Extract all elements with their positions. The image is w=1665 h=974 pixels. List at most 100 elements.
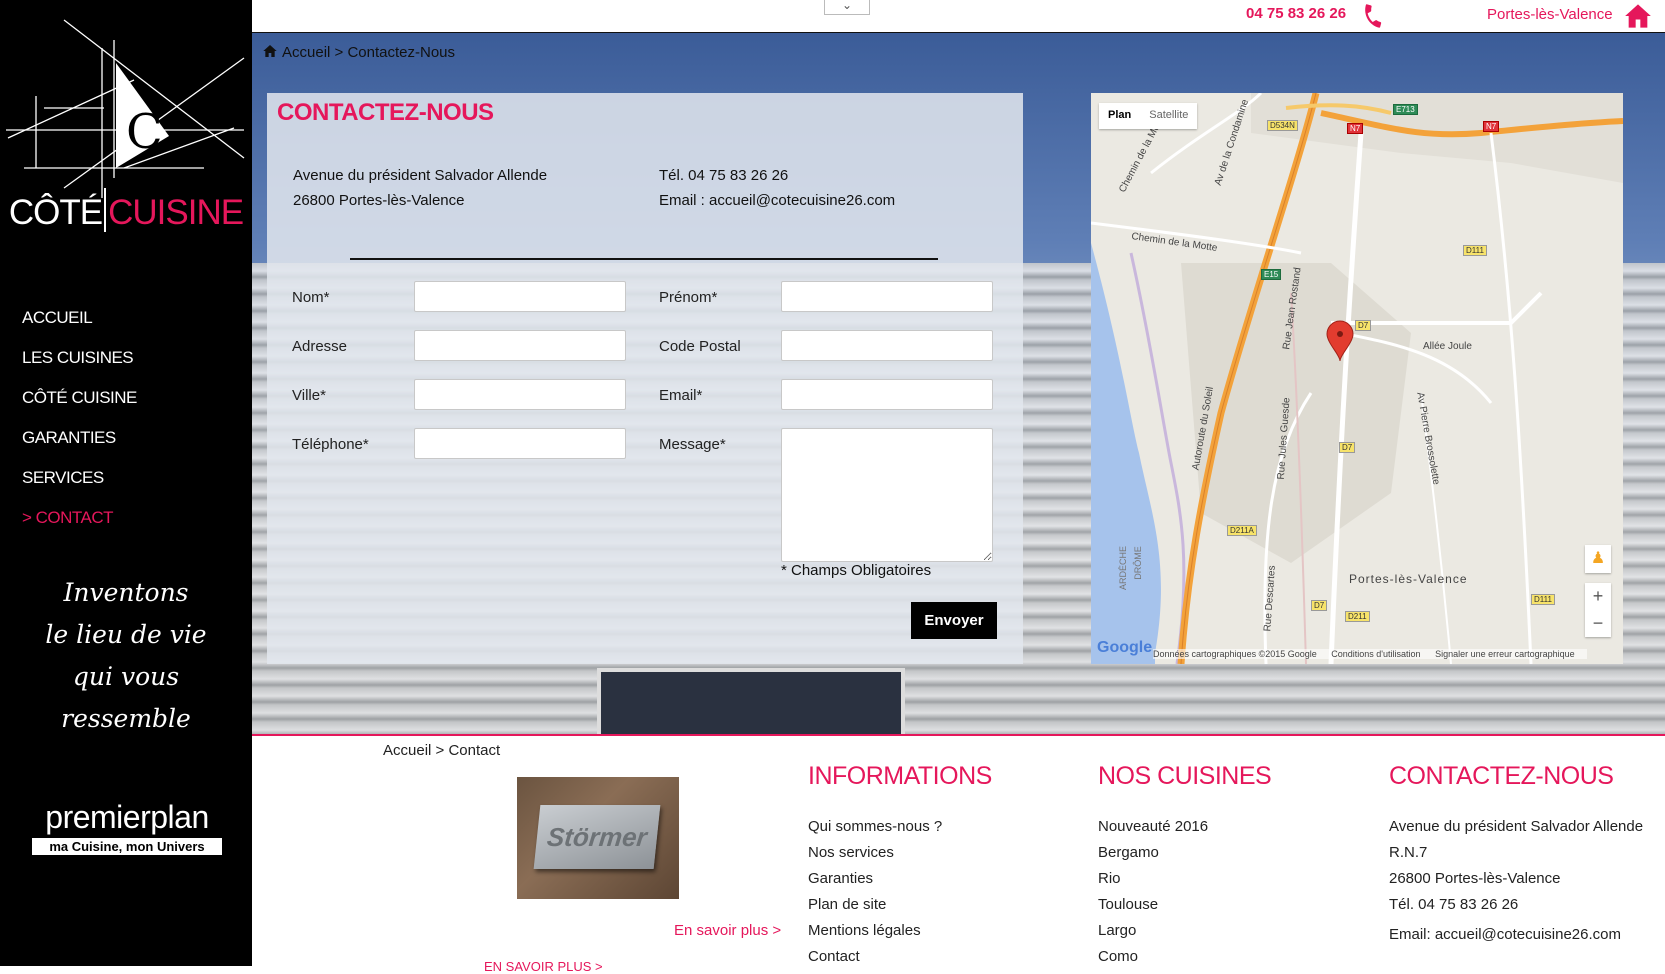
map-type-plan[interactable]: Plan (1099, 103, 1140, 129)
footer-link[interactable]: Qui sommes-nous ? (808, 818, 942, 835)
google-map[interactable]: Chemin de la Motte Av de la Condamine Ch… (1091, 93, 1623, 664)
premierplan-logo[interactable]: premierplan ma Cuisine, mon Univers (32, 798, 222, 855)
slogan-line: Inventons (63, 578, 189, 607)
home-icon[interactable] (262, 43, 278, 59)
footer-contact-line: Avenue du président Salvador Allende (1389, 818, 1644, 835)
road-tag: D111 (1463, 245, 1487, 256)
logo-letter: C (126, 104, 163, 160)
telephone-input[interactable] (414, 428, 626, 459)
stormer-image[interactable]: Störmer (517, 777, 679, 899)
prenom-input[interactable] (781, 281, 993, 312)
read-more-link[interactable]: En savoir plus > (674, 922, 781, 939)
footer-informations-title: INFORMATIONS (808, 762, 992, 790)
footer-breadcrumb[interactable]: Accueil > Contact (383, 742, 500, 759)
zoom-control: + − (1585, 583, 1611, 637)
road-tag: D7 (1311, 600, 1328, 611)
map-report-link[interactable]: Signaler une erreur cartographique (1435, 649, 1575, 659)
slogan-line: le lieu de vie (45, 620, 207, 649)
slogan: Inventons le lieu de vie qui vous ressem… (0, 572, 252, 740)
divider (350, 258, 938, 260)
breadcrumb-home[interactable]: Accueil (282, 44, 330, 61)
google-logo[interactable]: Google (1097, 639, 1152, 657)
footer-link[interactable]: Garanties (808, 870, 873, 887)
main-nav: ACCUEIL LES CUISINES CÔTÉ CUISINE GARANT… (22, 308, 137, 548)
partner-subtitle: ma Cuisine, mon Univers (32, 838, 222, 855)
logo-word-cote: CÔTÉ (8, 193, 103, 232)
footer-contact-line: R.N.7 (1389, 844, 1428, 861)
zoom-in-button[interactable]: + (1585, 583, 1611, 610)
map-label: DRÔME (1132, 546, 1143, 580)
message-textarea[interactable] (781, 428, 993, 562)
nav-item-garanties[interactable]: GARANTIES (22, 428, 137, 468)
street-view-pegman-icon[interactable]: ♟ (1585, 545, 1611, 573)
nom-input[interactable] (414, 281, 626, 312)
contact-email[interactable]: Email : accueil@cotecuisine26.com (659, 188, 895, 213)
footer-link[interactable]: Largo (1098, 922, 1136, 939)
breadcrumb-current: Contactez-Nous (347, 44, 456, 61)
zoom-out-button[interactable]: − (1585, 610, 1611, 637)
footer-link[interactable]: Nouveauté 2016 (1098, 818, 1208, 835)
header-phone[interactable]: 04 75 83 26 26 (1246, 5, 1346, 22)
logo-wordmark: CÔTÉ CUISINE (0, 188, 252, 233)
partner-title-bold: plan (150, 799, 209, 835)
footer: Accueil > Contact Störmer En savoir plus… (252, 736, 1665, 974)
slogan-line: qui vous (72, 662, 180, 691)
read-more-link-partial[interactable]: EN SAVOIR PLUS > (484, 959, 603, 974)
phone-icon[interactable] (1360, 3, 1386, 29)
contact-address: Avenue du président Salvador Allende 268… (293, 163, 547, 213)
map-terms-link[interactable]: Conditions d'utilisation (1331, 649, 1420, 659)
adresse-input[interactable] (414, 330, 626, 361)
page-title: CONTACTEZ-NOUS (277, 99, 494, 126)
road-tag: D211A (1227, 525, 1257, 536)
email-input[interactable] (781, 379, 993, 410)
header-city[interactable]: Portes-lès-Valence (1487, 6, 1613, 23)
contact-details: Tél. 04 75 83 26 26 Email : accueil@cote… (659, 163, 895, 213)
road-tag: D7 (1339, 442, 1356, 453)
footer-link[interactable]: Plan de site (808, 896, 886, 913)
message-label: Message* (659, 436, 726, 453)
telephone-label: Téléphone* (292, 436, 369, 453)
email-label: Email* (659, 387, 703, 404)
map-footer: Données cartographiques ©2015 Google Con… (1153, 649, 1587, 659)
nav-item-services[interactable]: SERVICES (22, 468, 137, 508)
road-tag: D534N (1267, 120, 1298, 131)
footer-contact-line: Tél. 04 75 83 26 26 (1389, 896, 1519, 913)
code-postal-label: Code Postal (659, 338, 741, 355)
footer-link[interactable]: Rio (1098, 870, 1121, 887)
footer-link[interactable]: Nos services (808, 844, 894, 861)
footer-link[interactable]: Como (1098, 948, 1138, 965)
map-label: Allée Joule (1423, 341, 1472, 352)
sidebar: C CÔTÉ CUISINE ACCUEIL LES CUISINES CÔTÉ … (0, 0, 252, 966)
footer-link[interactable]: Contact (808, 948, 860, 965)
nav-item-contact[interactable]: > CONTACT (22, 508, 137, 548)
road-tag: E713 (1393, 104, 1418, 115)
footer-link[interactable]: Toulouse (1098, 896, 1158, 913)
map-type-satellite[interactable]: Satellite (1140, 103, 1197, 129)
nav-item-accueil[interactable]: ACCUEIL (22, 308, 137, 348)
nav-item-les-cuisines[interactable]: LES CUISINES (22, 348, 137, 388)
footer-link[interactable]: Mentions légales (808, 922, 921, 939)
address-line: Avenue du président Salvador Allende (293, 167, 548, 184)
adresse-label: Adresse (292, 338, 348, 355)
map-data-credit: Données cartographiques ©2015 Google (1153, 649, 1317, 659)
map-type-control: Plan Satellite (1099, 103, 1198, 129)
footer-contact: CONTACTEZ-NOUS Avenue du président Salva… (1389, 762, 1643, 943)
footer-link[interactable]: Bergamo (1098, 844, 1159, 861)
footer-cuisines: NOS CUISINES Nouveauté 2016 Bergamo Rio … (1098, 762, 1272, 965)
breadcrumb: Accueil > Contactez-Nous (262, 43, 455, 61)
contact-panel: CONTACTEZ-NOUS Avenue du président Salva… (267, 93, 1023, 664)
contact-phone: Tél. 04 75 83 26 26 (659, 167, 789, 184)
prenom-label: Prénom* (659, 289, 718, 306)
footer-contact-line: 26800 Portes-lès-Valence (1389, 870, 1561, 887)
footer-contact-email[interactable]: Email: accueil@cotecuisine26.com (1389, 926, 1643, 952)
submit-button[interactable]: Envoyer (911, 602, 997, 639)
chevron-down-icon[interactable]: ⌄ (824, 0, 870, 15)
breadcrumb-separator: > (330, 44, 348, 61)
road-tag: N7 (1347, 123, 1364, 134)
nav-item-cote-cuisine[interactable]: CÔTÉ CUISINE (22, 388, 137, 428)
ville-input[interactable] (414, 379, 626, 410)
code-postal-input[interactable] (781, 330, 993, 361)
footer-informations: INFORMATIONS Qui sommes-nous ? Nos servi… (808, 762, 992, 965)
home-icon[interactable] (1624, 2, 1652, 30)
logo-word-cuisine: CUISINE (108, 193, 244, 232)
